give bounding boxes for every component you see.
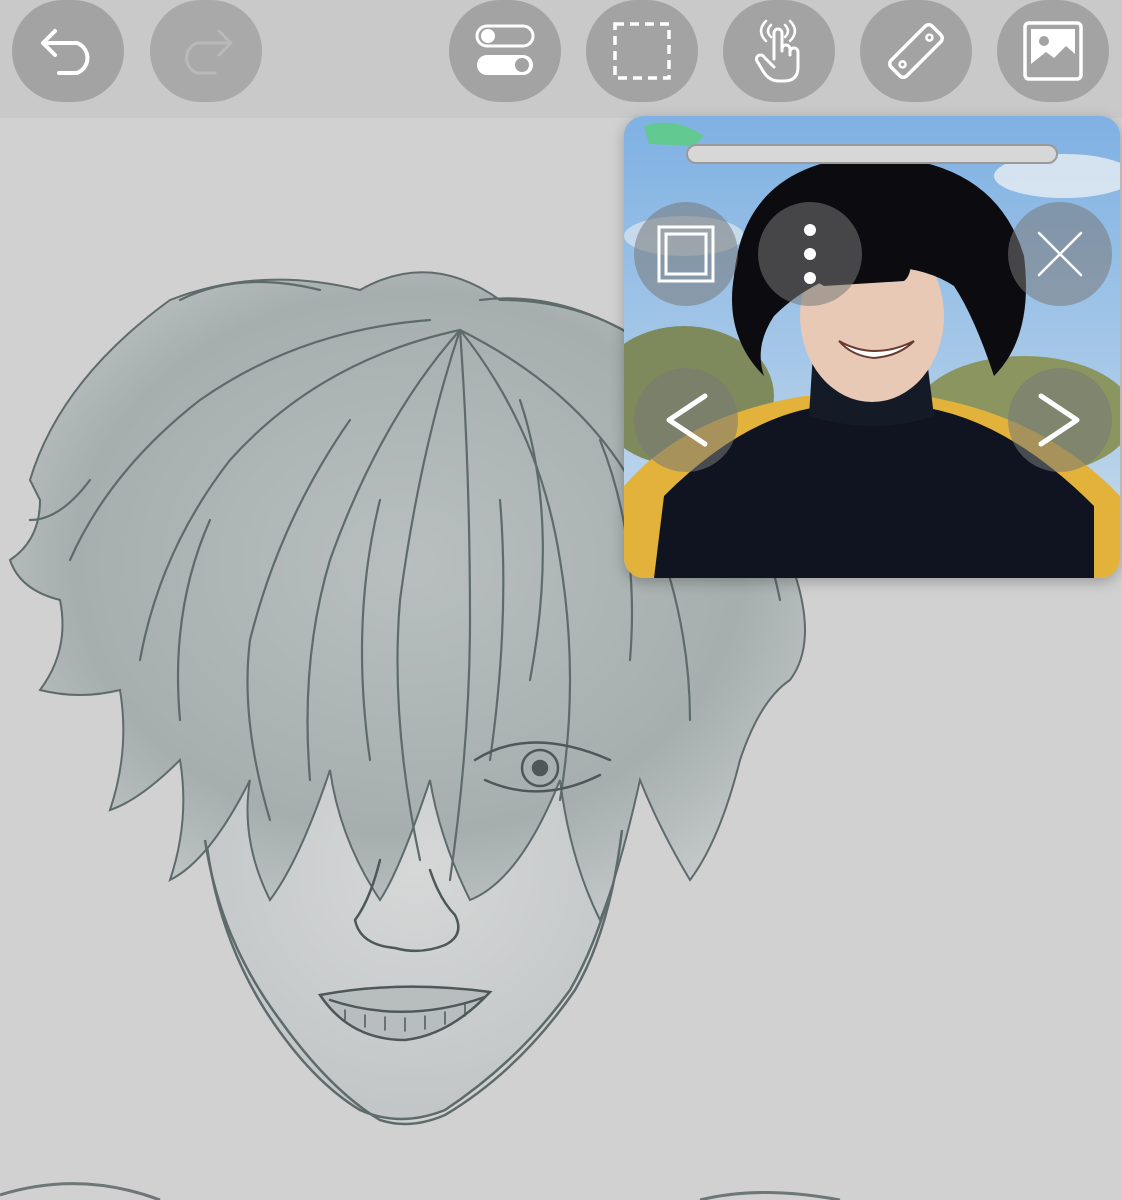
square-frame-icon bbox=[656, 224, 716, 284]
previous-image-button[interactable] bbox=[634, 368, 738, 472]
redo-arrow-icon bbox=[175, 27, 237, 75]
reference-image-window[interactable] bbox=[624, 116, 1120, 578]
top-toolbar bbox=[0, 0, 1122, 118]
vertical-dots-icon bbox=[800, 222, 820, 286]
close-window-button[interactable] bbox=[1008, 202, 1112, 306]
close-x-icon bbox=[1035, 229, 1085, 279]
toggle-switches-icon bbox=[474, 23, 536, 79]
next-image-button[interactable] bbox=[1008, 368, 1112, 472]
selection-button[interactable] bbox=[586, 0, 698, 102]
dashed-selection-icon bbox=[612, 21, 672, 81]
ruler-icon bbox=[885, 20, 947, 82]
chevron-left-icon bbox=[663, 392, 709, 448]
reference-photo bbox=[624, 116, 1120, 578]
drawing-app bbox=[0, 0, 1122, 1200]
gesture-button[interactable] bbox=[723, 0, 835, 102]
redo-button[interactable] bbox=[150, 0, 262, 102]
touch-gesture-icon bbox=[749, 19, 809, 83]
undo-arrow-icon bbox=[37, 27, 99, 75]
reference-image-button[interactable] bbox=[997, 0, 1109, 102]
window-menu-button[interactable] bbox=[758, 202, 862, 306]
image-icon bbox=[1022, 20, 1084, 82]
fit-window-button[interactable] bbox=[634, 202, 738, 306]
ruler-button[interactable] bbox=[860, 0, 972, 102]
undo-button[interactable] bbox=[12, 0, 124, 102]
toggles-button[interactable] bbox=[449, 0, 561, 102]
chevron-right-icon bbox=[1037, 392, 1083, 448]
window-drag-handle[interactable] bbox=[686, 144, 1058, 164]
